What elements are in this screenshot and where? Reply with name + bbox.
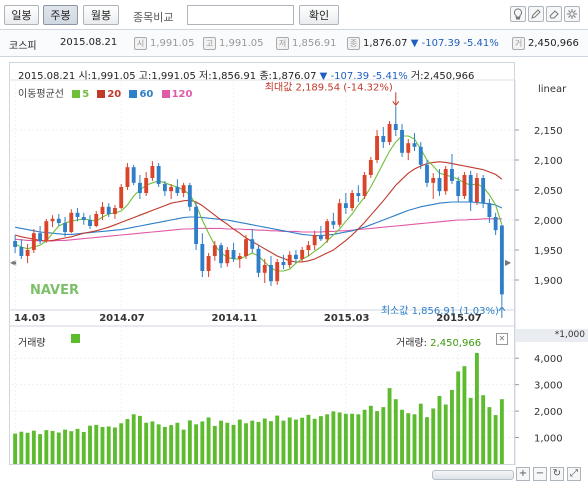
summary-change: -107.39 [421, 38, 461, 49]
zoom-in-icon[interactable]: + [516, 467, 530, 481]
period-button-daily[interactable]: 일봉 [4, 5, 39, 25]
volume-tick-label: 3,000 [534, 381, 563, 392]
info-line: 2015.08.21 시:1,991.05 고:1,991.05 저:1,856… [18, 67, 474, 82]
price-tick-label: 1,900 [534, 276, 563, 287]
reset-icon[interactable]: ↻ [550, 467, 564, 481]
ma60-swatch [129, 90, 138, 98]
scroll-right-icon[interactable]: ▶ [505, 258, 511, 267]
info-close: 1,876.07 [271, 71, 317, 82]
scroll-left-icon[interactable]: ◀ [10, 258, 16, 267]
ma5-label[interactable]: 5 [82, 89, 89, 100]
volume-unit-label: *1,000 [516, 329, 588, 342]
price-tick-label: 2,100 [534, 156, 563, 167]
ma60-label[interactable]: 60 [139, 89, 153, 100]
summary-change-pct: -5.41% [463, 38, 499, 49]
stock-name: 코스피 [9, 41, 37, 52]
volume-tick-label: 2,000 [534, 407, 563, 418]
bulb-icon[interactable] [510, 6, 526, 22]
period-button-monthly[interactable]: 월봉 [83, 5, 119, 25]
compare-label: 종목비교 [133, 11, 174, 24]
volume-panel-value: 거래량: 2,450,966 [396, 334, 481, 349]
info-date: 2015.08.21 [18, 71, 76, 82]
price-tick-label: 1,950 [534, 246, 563, 257]
info-down-arrow-icon: ▼ [319, 71, 328, 82]
info-high: 1,991.05 [151, 71, 196, 82]
info-low-label: 저: [199, 71, 212, 82]
summary-date: 2015.08.21 [60, 37, 118, 48]
summary-open: 시 1,991.05 [134, 37, 195, 50]
summary-volume: 거 2,450,966 [512, 37, 579, 50]
settings-icon[interactable] [564, 6, 580, 22]
eraser-icon[interactable] [546, 6, 562, 22]
summary-volume-value: 2,450,966 [528, 38, 579, 49]
edit-icon[interactable] [528, 6, 544, 22]
chart-frame [9, 62, 515, 465]
volume-tick-label: 4,000 [534, 354, 563, 365]
confirm-button[interactable]: 확인 [299, 5, 339, 25]
summary-high: 고 1,991.05 [203, 37, 264, 50]
low-badge-icon: 저 [276, 37, 289, 50]
zoom-out-icon[interactable]: − [533, 467, 547, 481]
close-badge-icon: 종 [347, 37, 360, 50]
time-scrollbar[interactable] [432, 470, 514, 480]
info-close-label: 종: [259, 71, 272, 82]
summary-low-value: 1,856.91 [292, 38, 337, 49]
open-badge-icon: 시 [134, 37, 147, 50]
summary-row: 코스피 2015.08.21 시 1,991.05 고 1,991.05 저 1,85… [0, 29, 588, 57]
volume-value: 2,450,966 [430, 338, 482, 349]
info-change: -107.39 [330, 71, 370, 82]
summary-low: 저 1,856.91 [276, 37, 337, 50]
summary-open-value: 1,991.05 [150, 38, 195, 49]
info-change-pct: -5.41% [372, 71, 408, 82]
summary-close-value: 1,876.07 [363, 38, 408, 49]
moving-average-legend: 이동평균선 5 20 60 120 [18, 85, 192, 100]
info-open-label: 시: [78, 71, 92, 82]
volume-badge-icon: 거 [512, 37, 525, 50]
price-tick-label: 2,000 [534, 216, 563, 227]
ma120-label[interactable]: 120 [172, 89, 193, 100]
fullscreen-icon[interactable]: ⤢ [567, 467, 581, 481]
info-open: 1,991.05 [91, 71, 136, 82]
ma120-swatch [161, 90, 170, 98]
ma20-label[interactable]: 20 [107, 89, 121, 100]
info-volume-label: 거: [410, 71, 424, 82]
info-volume: 2,450,966 [423, 71, 475, 82]
summary-high-value: 1,991.05 [219, 38, 264, 49]
info-high-label: 고: [138, 71, 152, 82]
volume-swatch [71, 334, 80, 343]
volume-tick-label: 1,000 [534, 434, 563, 445]
summary-close: 종 1,876.07 ▼ -107.39 -5.41% [347, 37, 499, 50]
ma5-swatch [72, 90, 81, 98]
volume-close-icon[interactable]: ✕ [496, 333, 508, 345]
volume-panel-label: 거래량 [18, 338, 46, 349]
price-tick-label: 2,050 [534, 186, 563, 197]
compare-input[interactable] [187, 5, 294, 25]
scale-mode-label[interactable]: linear [538, 84, 566, 95]
ma-legend-label: 이동평균선 [18, 89, 64, 100]
down-arrow-icon: ▼ [410, 38, 419, 49]
price-tick-label: 2,150 [534, 126, 563, 137]
period-button-weekly[interactable]: 주봉 [43, 5, 78, 25]
volume-value-label: 거래량: [396, 338, 427, 349]
ma20-swatch [97, 90, 106, 98]
info-low: 1,856.91 [211, 71, 257, 82]
high-badge-icon: 고 [203, 37, 216, 50]
